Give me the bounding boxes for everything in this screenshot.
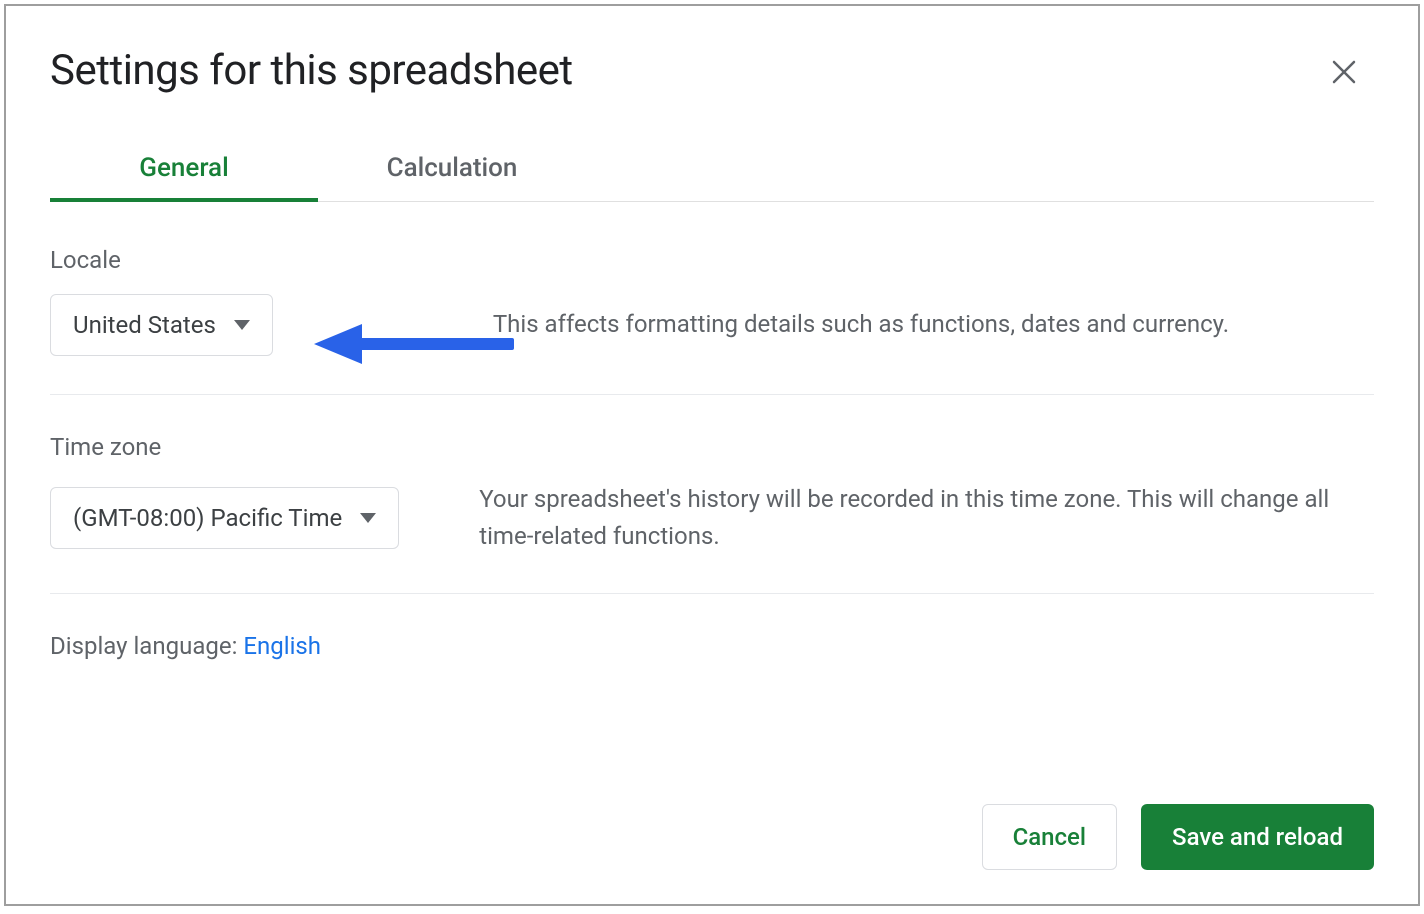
cancel-button[interactable]: Cancel <box>982 804 1117 870</box>
dialog-title: Settings for this spreadsheet <box>50 46 1374 95</box>
locale-description: This affects formatting details such as … <box>493 306 1374 343</box>
close-icon <box>1329 57 1359 91</box>
tabs: General Calculation <box>50 139 1374 202</box>
chevron-down-icon <box>360 513 376 523</box>
display-language-label: Display language: <box>50 632 243 660</box>
display-language-link[interactable]: English <box>243 632 321 660</box>
locale-dropdown[interactable]: United States <box>50 294 273 356</box>
tab-general[interactable]: General <box>50 139 318 201</box>
timezone-section: Time zone (GMT-08:00) Pacific Time Your … <box>50 433 1374 594</box>
tab-calculation[interactable]: Calculation <box>318 139 586 201</box>
timezone-description: Your spreadsheet's history will be recor… <box>479 481 1374 555</box>
locale-label: Locale <box>50 246 1374 274</box>
display-language-row: Display language: English <box>50 632 321 660</box>
chevron-down-icon <box>234 320 250 330</box>
timezone-dropdown-value: (GMT-08:00) Pacific Time <box>73 504 342 532</box>
locale-dropdown-value: United States <box>73 311 216 339</box>
dialog-actions: Cancel Save and reload <box>982 804 1374 870</box>
settings-dialog: Settings for this spreadsheet General Ca… <box>4 4 1420 906</box>
display-language-section: Display language: English <box>50 632 1374 660</box>
close-button[interactable] <box>1324 54 1364 94</box>
save-and-reload-button[interactable]: Save and reload <box>1141 804 1374 870</box>
locale-section: Locale United States This affects format… <box>50 246 1374 395</box>
timezone-label: Time zone <box>50 433 1374 461</box>
timezone-dropdown[interactable]: (GMT-08:00) Pacific Time <box>50 487 399 549</box>
